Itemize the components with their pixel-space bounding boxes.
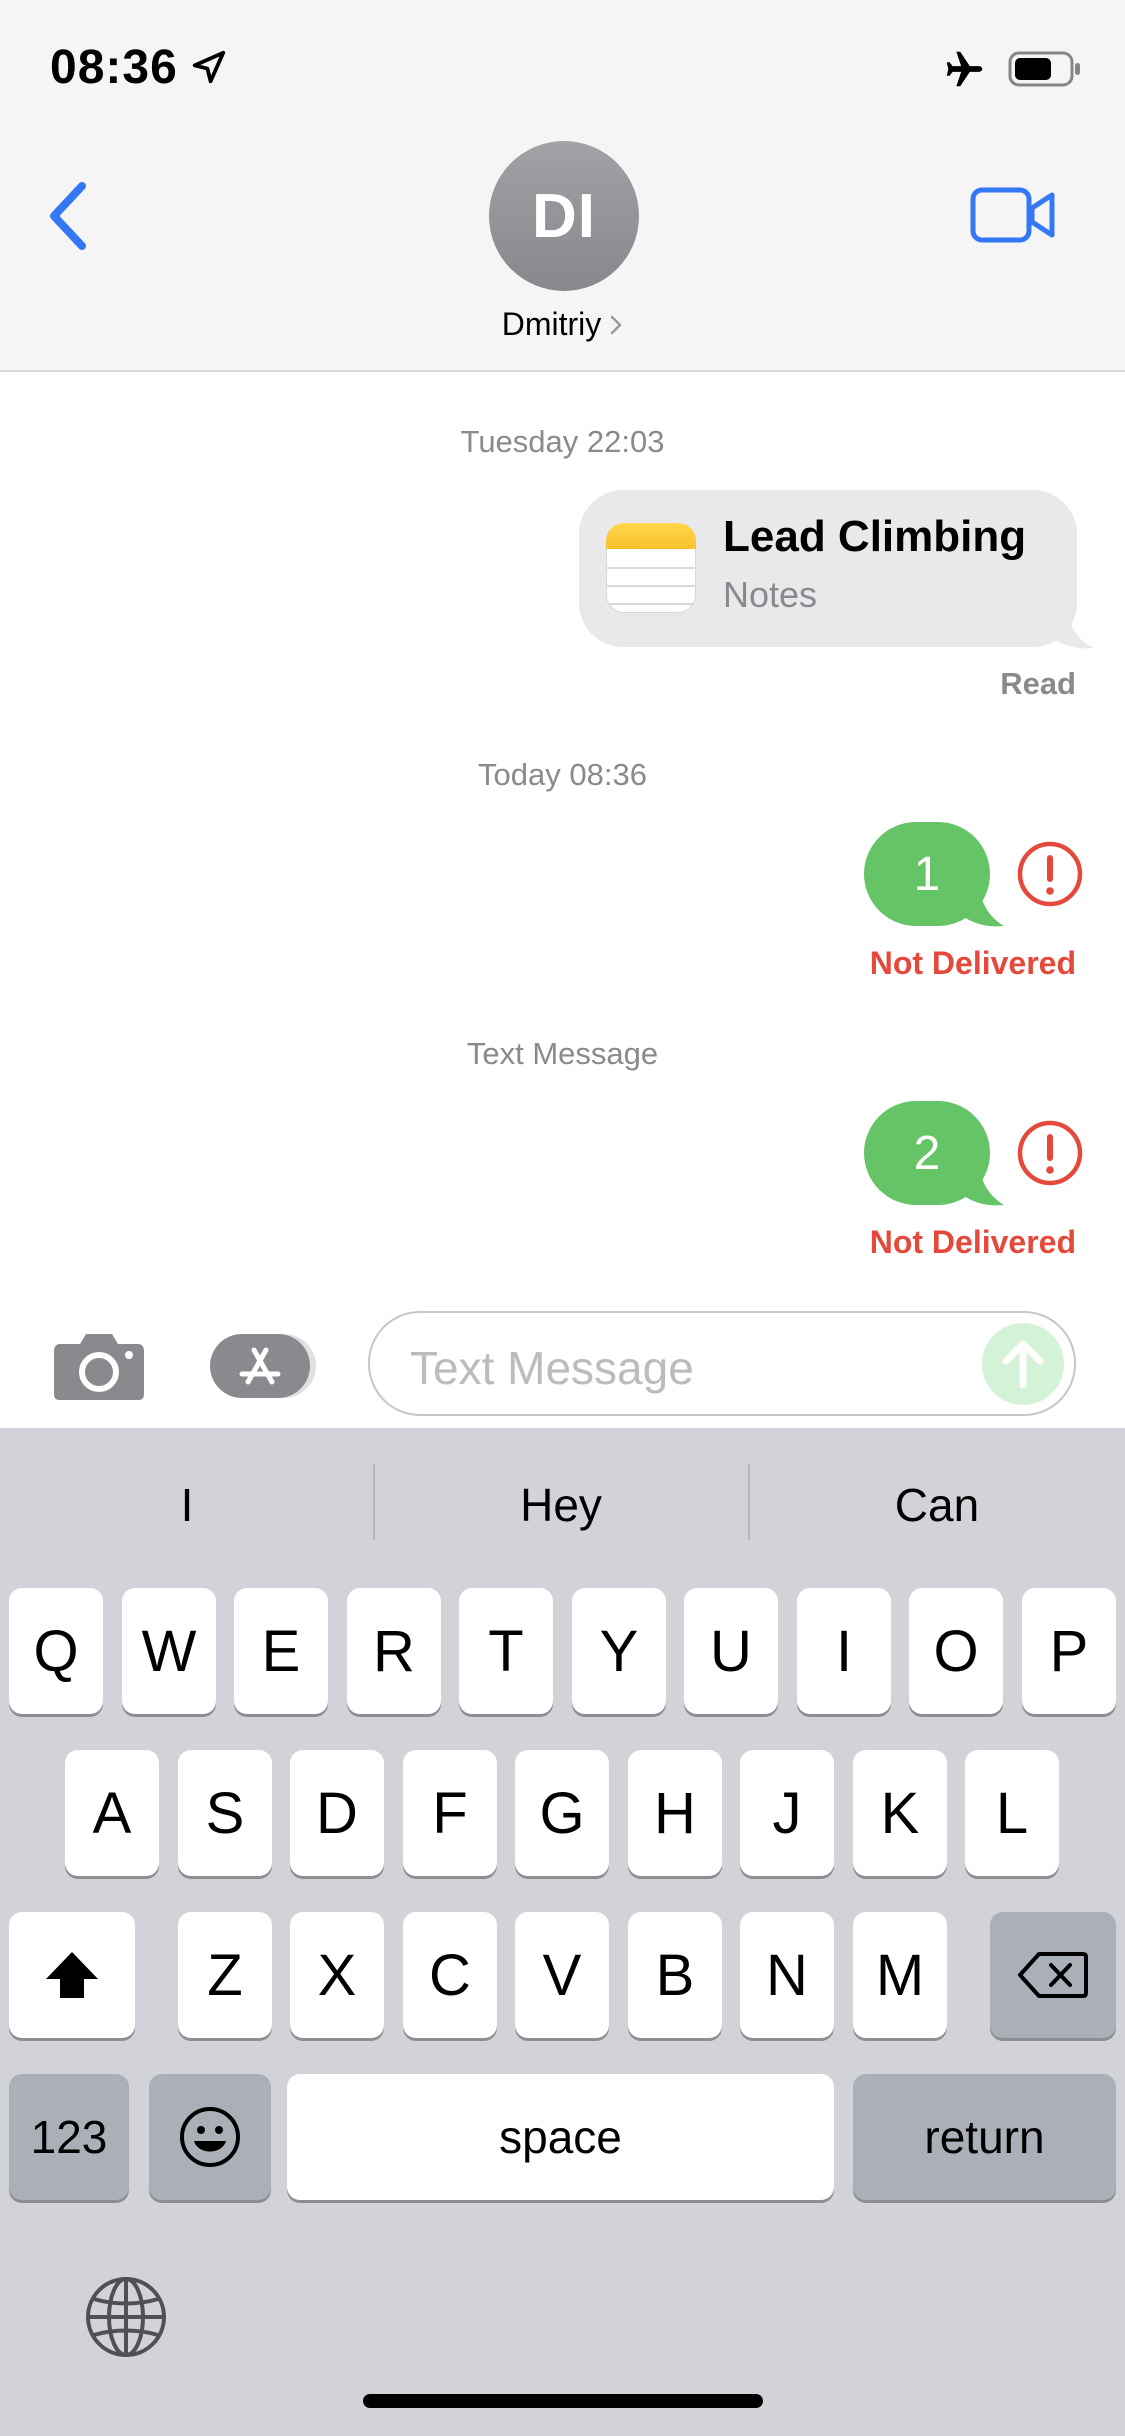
- shift-arrow-icon: [46, 1952, 98, 1998]
- conversation-header: 08:36 DI Dmitriy: [0, 0, 1125, 372]
- key-b[interactable]: B: [628, 1912, 722, 2038]
- facetime-video-icon[interactable]: [970, 186, 1056, 244]
- key-t[interactable]: T: [459, 1588, 553, 1714]
- key-x[interactable]: X: [290, 1912, 384, 2038]
- key-r[interactable]: R: [347, 1588, 441, 1714]
- message-input[interactable]: Text Message: [368, 1311, 1076, 1416]
- key-y[interactable]: Y: [572, 1588, 666, 1714]
- camera-icon[interactable]: [52, 1330, 146, 1402]
- home-indicator[interactable]: [363, 2394, 763, 2408]
- send-button[interactable]: [982, 1323, 1064, 1405]
- arrow-up-icon: [1002, 1340, 1044, 1389]
- key-f[interactable]: F: [403, 1750, 497, 1876]
- key-k[interactable]: K: [853, 1750, 947, 1876]
- predictive-suggestion[interactable]: Hey: [374, 1478, 748, 1532]
- app-store-apps-icon[interactable]: [208, 1330, 320, 1402]
- backspace-icon: [1018, 1952, 1088, 1998]
- status-time: 08:36: [50, 41, 178, 94]
- contact-avatar[interactable]: DI: [489, 141, 639, 291]
- emoji-key[interactable]: [149, 2074, 271, 2200]
- key-m[interactable]: M: [853, 1912, 947, 2038]
- timestamp: Today 08:36: [478, 757, 647, 792]
- key-q[interactable]: Q: [9, 1588, 103, 1714]
- bubble-tail: [960, 876, 1004, 927]
- key-a[interactable]: A: [65, 1750, 159, 1876]
- key-v[interactable]: V: [515, 1912, 609, 2038]
- contact-name-button[interactable]: Dmitriy: [0, 306, 1125, 343]
- location-arrow-icon: [192, 50, 226, 84]
- key-c[interactable]: C: [403, 1912, 497, 2038]
- key-z[interactable]: Z: [178, 1912, 272, 2038]
- read-receipt: Read: [1000, 666, 1076, 701]
- key-g[interactable]: G: [515, 1750, 609, 1876]
- note-app-label: Notes: [723, 574, 818, 615]
- not-delivered-alert-icon[interactable]: [1016, 1119, 1084, 1187]
- key-e[interactable]: E: [234, 1588, 328, 1714]
- return-key[interactable]: return: [853, 2074, 1116, 2200]
- numbers-key[interactable]: 123: [9, 2074, 129, 2200]
- contact-name: Dmitriy: [501, 306, 602, 342]
- key-j[interactable]: J: [740, 1750, 834, 1876]
- key-s[interactable]: S: [178, 1750, 272, 1876]
- timestamp: Tuesday 22:03: [460, 424, 665, 459]
- note-title: Lead Climbing: [723, 512, 1027, 561]
- key-i[interactable]: I: [797, 1588, 891, 1714]
- battery-icon: [1008, 51, 1080, 87]
- notes-app-icon: [606, 523, 696, 613]
- shift-key[interactable]: [9, 1912, 135, 2038]
- key-p[interactable]: P: [1022, 1588, 1116, 1714]
- key-d[interactable]: D: [290, 1750, 384, 1876]
- delete-key[interactable]: [990, 1912, 1116, 2038]
- key-l[interactable]: L: [965, 1750, 1059, 1876]
- emoji-smiley-icon: [180, 2107, 240, 2167]
- space-key[interactable]: space: [287, 2074, 834, 2200]
- back-chevron-icon[interactable]: [42, 178, 94, 254]
- airplane-mode-icon: [946, 51, 983, 87]
- key-h[interactable]: H: [628, 1750, 722, 1876]
- predictive-suggestion[interactable]: Can: [750, 1478, 1124, 1532]
- key-u[interactable]: U: [684, 1588, 778, 1714]
- bubble-tail: [1050, 600, 1094, 649]
- not-delivered-status: Not Delivered: [869, 945, 1076, 981]
- service-label: Text Message: [466, 1036, 659, 1071]
- key-o[interactable]: O: [909, 1588, 1003, 1714]
- predictive-suggestion[interactable]: I: [0, 1478, 374, 1532]
- chevron-right-icon: [611, 315, 622, 335]
- key-n[interactable]: N: [740, 1912, 834, 2038]
- messages-screen: 08:36 DI Dmitriy Tuesday 22:03 Lead Clim…: [0, 0, 1125, 2436]
- keyboard: I Hey Can Q W E R T Y U I O P A S D F G …: [0, 1428, 1125, 2436]
- not-delivered-status: Not Delivered: [869, 1224, 1076, 1260]
- message-input-placeholder: Text Message: [410, 1342, 694, 1394]
- not-delivered-alert-icon[interactable]: [1016, 840, 1084, 908]
- bubble-tail: [960, 1155, 1004, 1206]
- globe-icon[interactable]: [84, 2275, 168, 2359]
- key-w[interactable]: W: [122, 1588, 216, 1714]
